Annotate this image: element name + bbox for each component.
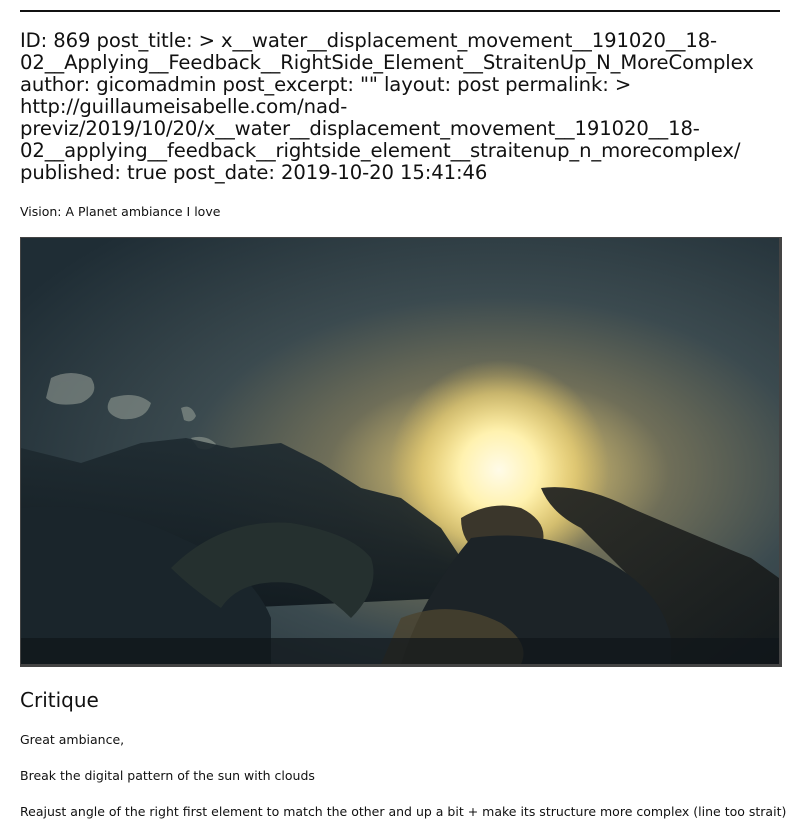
- front-matter-line: 02__applying__feedback__rightside_elemen…: [20, 139, 741, 162]
- front-matter-line: previz/2019/10/20/x__water__displacement…: [20, 117, 700, 140]
- critique-item: Great ambiance,: [20, 732, 125, 747]
- critique-heading: Critique: [20, 688, 99, 712]
- front-matter-line: ID: 869 post_title: > x__water__displace…: [20, 29, 718, 52]
- top-rule: [20, 10, 780, 12]
- front-matter-line: author: gicomadmin post_excerpt: "" layo…: [20, 73, 632, 96]
- critique-item: Reajust angle of the right first element…: [20, 804, 787, 819]
- render-image: [20, 237, 782, 667]
- front-matter-line: 02__Applying__Feedback__RightSide_Elemen…: [20, 51, 754, 74]
- post-front-matter: ID: 869 post_title: > x__water__displace…: [20, 30, 780, 184]
- critique-item: Break the digital pattern of the sun wit…: [20, 768, 315, 783]
- front-matter-line: published: true post_date: 2019-10-20 15…: [20, 161, 488, 184]
- vision-text: Vision: A Planet ambiance I love: [20, 204, 221, 219]
- front-matter-line: http://guillaumeisabelle.com/nad-: [20, 95, 348, 118]
